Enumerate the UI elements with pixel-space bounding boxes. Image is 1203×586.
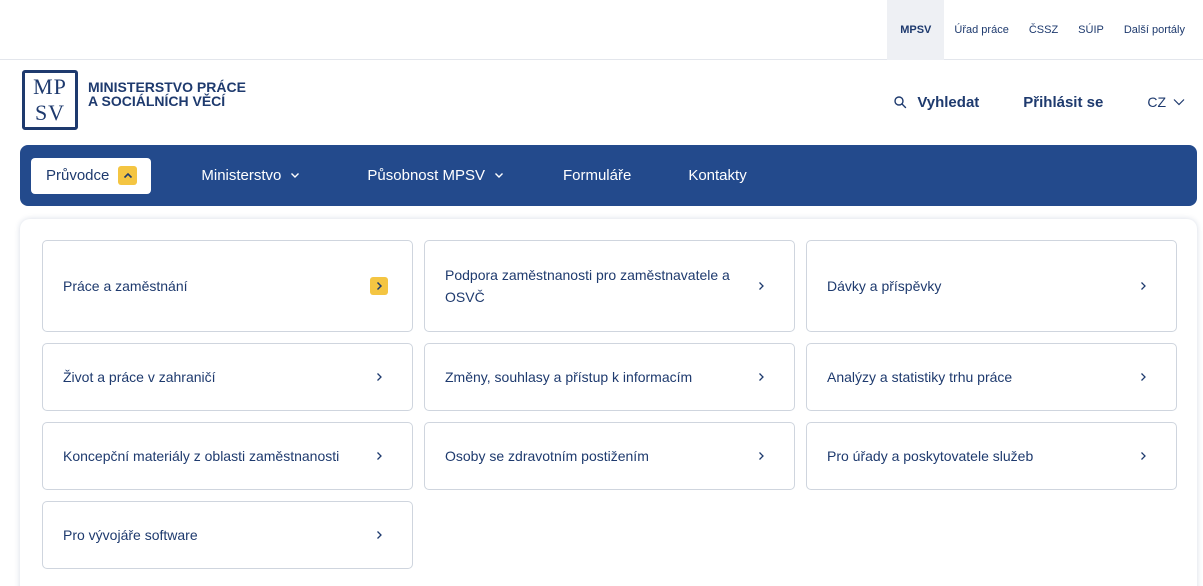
nav-item-label: Průvodce [46, 167, 110, 184]
submenu-card-label: Podpora zaměstnanosti pro zaměstnavatele… [445, 267, 730, 305]
nav-item-kontakty[interactable]: Kontakty [688, 158, 746, 194]
submenu-card-koncepcni-materialy[interactable]: Koncepční materiály z oblasti zaměstnano… [42, 422, 413, 490]
logo-wordmark: MINISTERSTVO PRÁCE A SOCIÁLNÍCH VĚCÍ [88, 80, 246, 108]
search-icon [894, 96, 907, 109]
submenu-card-prace-a-zamestnani[interactable]: Práce a zaměstnání [42, 240, 413, 332]
submenu-card-label: Analýzy a statistiky trhu práce [827, 369, 1013, 385]
main-navigation: Průvodce Ministerstvo Působnost MPSV For… [20, 145, 1197, 206]
submenu-card-label: Život a práce v zahraničí [63, 369, 216, 385]
submenu-card-label: Pro vývojáře software [63, 527, 198, 543]
chevron-down-icon [291, 173, 300, 178]
submenu-card-osoby-se-zdravotnim-postizenim[interactable]: Osoby se zdravotním postižením [424, 422, 795, 490]
language-switcher[interactable]: CZ [1147, 94, 1185, 110]
nav-item-label: Působnost MPSV [367, 167, 485, 184]
nav-item-label: Formuláře [562, 167, 632, 184]
search-button[interactable]: Vyhledat [893, 94, 979, 111]
submenu-card-zmeny-souhlasy[interactable]: Změny, souhlasy a přístup k informacím [424, 343, 795, 411]
chevron-right-icon [1134, 277, 1152, 295]
chevron-down-icon [494, 173, 503, 178]
search-label: Vyhledat [917, 93, 980, 111]
nav-item-ministerstvo[interactable]: Ministerstvo [201, 158, 300, 194]
logo-line-1: MINISTERSTVO PRÁCE [88, 79, 246, 95]
submenu-card-pro-vyvojare-software[interactable]: Pro vývojáře software [42, 501, 413, 569]
chevron-right-icon [370, 368, 388, 386]
nav-item-pusobnost[interactable]: Působnost MPSV [367, 158, 504, 194]
header-actions: Vyhledat Přihlásit se CZ [893, 90, 1203, 114]
chevron-right-icon [370, 526, 388, 544]
nav-item-label: Kontakty [688, 167, 747, 184]
nav-item-pruvodce[interactable]: Průvodce [31, 157, 152, 194]
submenu-card-podpora-zamestnanosti[interactable]: Podpora zaměstnanosti pro zaměstnavatele… [424, 240, 795, 332]
chevron-right-icon [1134, 368, 1152, 386]
submenu-card-label: Práce a zaměstnání [63, 278, 188, 294]
chevron-right-icon [752, 368, 770, 386]
portal-link-mpsv[interactable]: MPSV [887, 0, 945, 60]
guide-dropdown-panel: Práce a zaměstnání Podpora zaměstnanosti… [20, 219, 1197, 586]
chevron-right-icon [752, 277, 770, 295]
chevron-right-icon [370, 277, 388, 295]
chevron-right-icon [1134, 447, 1152, 465]
portal-link-cssz[interactable]: ČSSZ [1019, 0, 1068, 60]
chevron-right-icon [752, 447, 770, 465]
logo-mark-bottom: SV [34, 100, 66, 125]
submenu-card-label: Koncepční materiály z oblasti zaměstnano… [63, 448, 340, 464]
chevron-up-icon [118, 166, 138, 185]
logo-mark-top: MP [33, 74, 67, 99]
nav-item-label: Ministerstvo [201, 167, 282, 184]
portal-links: MPSV Úřad práce ČSSZ SÚIP Další portály [887, 0, 1203, 60]
submenu-card-analyzy-a-statistiky[interactable]: Analýzy a statistiky trhu práce [806, 343, 1177, 411]
portal-link-dalsi-portaly[interactable]: Další portály [1114, 0, 1203, 60]
logo-mark: MP SV [22, 70, 78, 130]
portal-link-suip[interactable]: SÚIP [1068, 0, 1114, 60]
submenu-card-label: Změny, souhlasy a přístup k informacím [445, 369, 693, 385]
chevron-down-icon [1173, 99, 1185, 106]
nav-item-formulare[interactable]: Formuláře [563, 158, 631, 194]
language-label: CZ [1147, 94, 1166, 110]
site-header: MP SV MINISTERSTVO PRÁCE A SOCIÁLNÍCH VĚ… [0, 60, 1203, 144]
portal-bar: MPSV Úřad práce ČSSZ SÚIP Další portály [0, 0, 1203, 60]
submenu-card-zivot-a-prace-v-zahranici[interactable]: Život a práce v zahraničí [42, 343, 413, 411]
submenu-card-davky-a-prispevky[interactable]: Dávky a příspěvky [806, 240, 1177, 332]
submenu-card-label: Dávky a příspěvky [827, 278, 942, 294]
submenu-card-label: Pro úřady a poskytovatele služeb [827, 448, 1034, 464]
site-logo[interactable]: MP SV MINISTERSTVO PRÁCE A SOCIÁLNÍCH VĚ… [22, 70, 246, 130]
portal-link-urad-prace[interactable]: Úřad práce [944, 0, 1018, 60]
submenu-card-label: Osoby se zdravotním postižením [445, 448, 649, 464]
logo-line-2: A SOCIÁLNÍCH VĚCÍ [88, 93, 226, 109]
chevron-right-icon [370, 447, 388, 465]
login-link[interactable]: Přihlásit se [1023, 94, 1103, 111]
submenu-card-pro-urady[interactable]: Pro úřady a poskytovatele služeb [806, 422, 1177, 490]
